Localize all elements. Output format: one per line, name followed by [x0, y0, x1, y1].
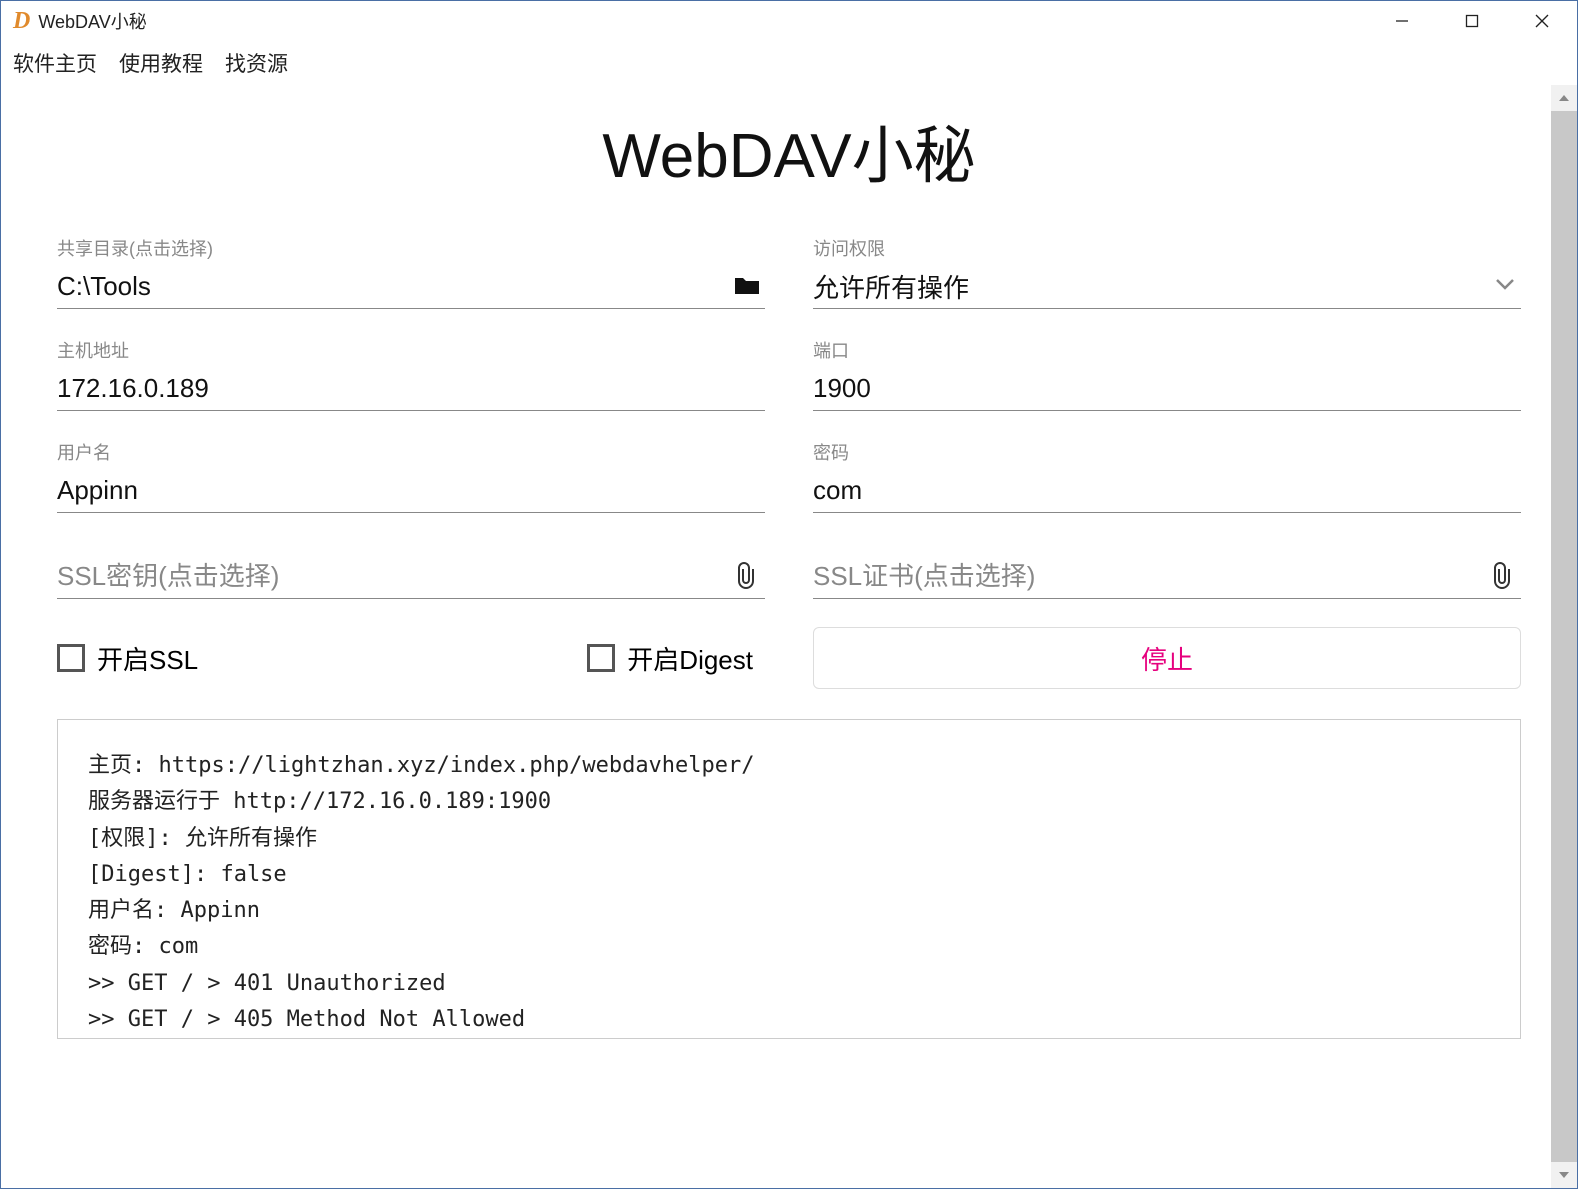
app-icon: D	[13, 8, 30, 35]
enable-digest-checkbox[interactable]: 开启Digest	[587, 627, 753, 689]
chevron-down-icon	[1495, 277, 1515, 295]
scroll-down-arrow-icon[interactable]	[1551, 1162, 1577, 1188]
stop-button[interactable]: 停止	[813, 627, 1521, 689]
stop-button-wrap: 停止	[813, 627, 1521, 689]
host-input[interactable]	[57, 367, 765, 411]
menu-tutorial[interactable]: 使用教程	[119, 48, 203, 78]
port-label: 端口	[813, 337, 1521, 363]
ssl-cert-input[interactable]	[813, 541, 1521, 599]
titlebar: D WebDAV小秘	[1, 1, 1577, 41]
permission-field[interactable]: 访问权限	[813, 235, 1521, 309]
username-label: 用户名	[57, 439, 765, 465]
menubar: 软件主页 使用教程 找资源	[1, 41, 1577, 85]
scroll-area: WebDAV小秘 共享目录(点击选择) 访问权限	[1, 85, 1577, 1188]
scrollbar-thumb[interactable]	[1551, 111, 1577, 1162]
username-input[interactable]	[57, 469, 765, 513]
enable-digest-label: 开启Digest	[627, 640, 753, 677]
ssl-key-input[interactable]	[57, 541, 765, 599]
permission-select[interactable]	[813, 265, 1521, 309]
host-field: 主机地址	[57, 337, 765, 411]
window-title: WebDAV小秘	[38, 8, 146, 34]
app-window: D WebDAV小秘 软件主页 使用教程 找资源 WebDAV小秘 共享	[0, 0, 1578, 1189]
ssl-key-field[interactable]	[57, 541, 765, 599]
enable-ssl-checkbox[interactable]: 开启SSL	[57, 627, 198, 689]
permission-label: 访问权限	[813, 235, 1521, 261]
enable-ssl-label: 开启SSL	[97, 640, 198, 677]
password-field: 密码	[813, 439, 1521, 513]
checkbox-row: 开启SSL 开启Digest	[57, 627, 765, 689]
share-dir-field[interactable]: 共享目录(点击选择)	[57, 235, 765, 309]
content: WebDAV小秘 共享目录(点击选择) 访问权限	[1, 105, 1577, 1188]
username-field: 用户名	[57, 439, 765, 513]
log-output[interactable]: 主页: https://lightzhan.xyz/index.php/webd…	[57, 719, 1521, 1039]
password-input[interactable]	[813, 469, 1521, 513]
vertical-scrollbar[interactable]	[1551, 85, 1577, 1188]
password-label: 密码	[813, 439, 1521, 465]
folder-icon[interactable]	[733, 271, 761, 299]
maximize-button[interactable]	[1437, 1, 1507, 41]
menu-homepage[interactable]: 软件主页	[13, 48, 97, 78]
port-input[interactable]	[813, 367, 1521, 411]
minimize-button[interactable]	[1367, 1, 1437, 41]
menu-resources[interactable]: 找资源	[225, 48, 288, 78]
share-dir-label: 共享目录(点击选择)	[57, 235, 765, 261]
form-grid: 共享目录(点击选择) 访问权限 主机地址	[57, 235, 1521, 689]
checkbox-box-icon	[587, 644, 615, 672]
port-field: 端口	[813, 337, 1521, 411]
checkbox-box-icon	[57, 644, 85, 672]
window-controls	[1367, 1, 1577, 41]
ssl-cert-field[interactable]	[813, 541, 1521, 599]
scroll-up-arrow-icon[interactable]	[1551, 85, 1577, 111]
paperclip-icon[interactable]	[733, 561, 761, 589]
host-label: 主机地址	[57, 337, 765, 363]
page-title: WebDAV小秘	[57, 105, 1521, 195]
paperclip-icon[interactable]	[1489, 561, 1517, 589]
share-dir-input[interactable]	[57, 265, 765, 309]
close-button[interactable]	[1507, 1, 1577, 41]
